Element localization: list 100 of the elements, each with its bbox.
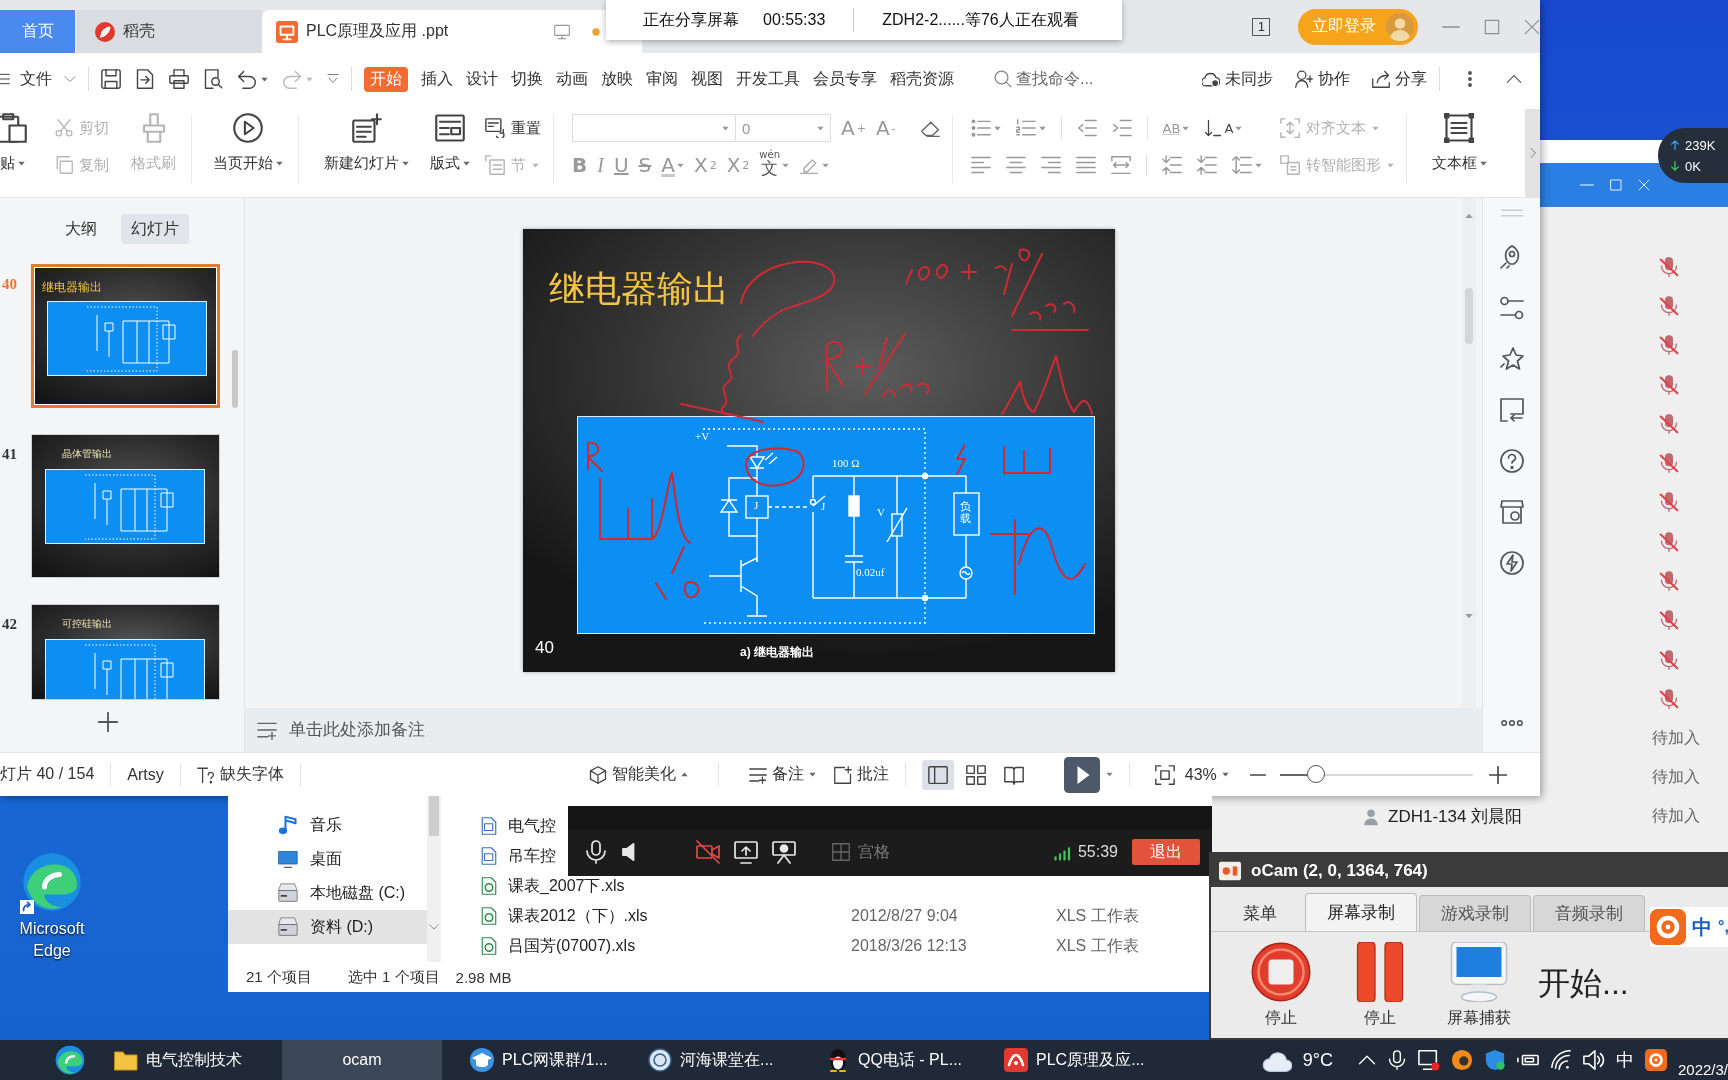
vertical-scrollbar[interactable] [1462, 198, 1476, 708]
collaborate-button[interactable]: 协作 [1295, 68, 1350, 90]
new-slide-button[interactable]: 新建幻灯片 [317, 105, 416, 197]
projector-icon[interactable] [772, 840, 796, 864]
recorder-tab[interactable]: 音频录制 [1533, 895, 1645, 931]
smart-beautify-button[interactable]: 智能美化 [588, 764, 688, 785]
scrollbar-thumb[interactable] [232, 350, 238, 408]
ribbon-tab[interactable]: 动画 [556, 66, 588, 92]
play-slideshow-icon[interactable] [1063, 756, 1100, 793]
input-mode[interactable]: 中 [1692, 913, 1712, 941]
screen-switch-icon[interactable] [1499, 398, 1524, 422]
bulleted-list-icon[interactable] [970, 118, 991, 138]
input-mode[interactable]: 中 [1615, 1048, 1634, 1072]
capture-button[interactable]: 屏幕捕获 [1439, 942, 1519, 1029]
date[interactable]: 2022/3/ [1677, 1061, 1728, 1079]
taskbar-button[interactable]: ocam [282, 1040, 442, 1080]
add-slide-icon[interactable] [98, 712, 118, 732]
save-icon[interactable] [101, 69, 121, 89]
document-export-icon[interactable] [135, 69, 155, 89]
punctuation-mode[interactable]: °, [1718, 918, 1728, 936]
input-method-icon[interactable] [1650, 909, 1686, 945]
fit-to-window-icon[interactable] [1154, 764, 1175, 785]
recorder-tab[interactable]: 游戏录制 [1419, 895, 1531, 931]
store-icon[interactable] [1499, 500, 1524, 524]
caret-icon[interactable] [993, 124, 1001, 132]
muted-mic-icon[interactable] [1659, 688, 1679, 709]
taskbar-button[interactable]: PLC网课群/1... [460, 1040, 620, 1080]
print-icon[interactable] [169, 69, 189, 89]
muted-mic-icon[interactable] [1659, 256, 1679, 277]
navigation-item[interactable]: 本地磁盘 (C:) [228, 876, 427, 910]
recorder-tab[interactable]: 屏幕录制 [1305, 893, 1417, 931]
distribute-icon[interactable] [1110, 155, 1131, 175]
file-name[interactable]: 吊车控 [508, 845, 556, 867]
star-icon[interactable] [1499, 347, 1524, 371]
pause-button[interactable]: 停止 [1340, 942, 1420, 1029]
file-name[interactable]: 吕国芳(07007).xls [508, 935, 636, 957]
caret-icon[interactable] [1254, 161, 1262, 169]
notes-button[interactable]: 备注 [748, 764, 816, 785]
muted-mic-icon[interactable] [1659, 374, 1679, 395]
navigation-item[interactable]: 桌面 [228, 842, 427, 876]
muted-mic-icon[interactable] [1659, 610, 1679, 631]
document-tab[interactable]: PLC原理及应用 .ppt [262, 10, 642, 53]
caret-icon[interactable] [1105, 771, 1113, 778]
shield-icon[interactable] [1483, 1049, 1506, 1071]
numbered-list-icon[interactable] [1015, 118, 1036, 138]
file-name[interactable]: 电气控 [508, 815, 556, 837]
scroll-down-icon[interactable] [429, 922, 439, 932]
normal-view-icon-button[interactable] [921, 759, 954, 790]
ribbon-tab[interactable]: 会员专享 [813, 66, 877, 92]
desktop-shortcut[interactable]: Microsoft Edge [4, 852, 100, 962]
muted-mic-icon[interactable] [1659, 413, 1679, 434]
more-icon[interactable] [327, 73, 339, 85]
taskbar-button[interactable]: 河海课堂在... [638, 1040, 798, 1080]
camera-off-icon[interactable] [696, 840, 720, 864]
scrollbar-thumb[interactable] [429, 796, 439, 836]
menu-icon[interactable] [0, 72, 10, 86]
app-icon[interactable] [1450, 1049, 1473, 1071]
play-from-current-button[interactable]: 当页开始 [206, 105, 290, 197]
text-box-button[interactable]: 文本框 [1424, 105, 1494, 197]
file-name[interactable]: 课表2012（下）.xls [508, 905, 648, 927]
ribbon-tab[interactable]: 稻壳资源 [890, 66, 954, 92]
font-name-field[interactable] [572, 114, 736, 142]
navigation-item[interactable]: 音乐 [228, 808, 427, 842]
ribbon-tab[interactable]: 开发工具 [736, 66, 800, 92]
slide-thumbnail[interactable]: 可控硅输出 [31, 604, 220, 700]
layout-button[interactable]: 版式 [423, 105, 477, 197]
paragraph-spacing-icon[interactable] [1196, 155, 1217, 175]
file-menu[interactable]: 文件 [20, 68, 52, 90]
ribbon-tab[interactable]: 审阅 [646, 66, 678, 92]
ribbon-tab[interactable]: 切换 [511, 66, 543, 92]
ribbon-tab[interactable]: 设计 [466, 66, 498, 92]
document-tab[interactable]: 稻壳 [77, 10, 262, 53]
caret-icon[interactable] [822, 161, 830, 169]
input-method-icon[interactable] [1644, 1049, 1667, 1071]
decrease-indent-icon[interactable] [1076, 118, 1097, 138]
ribbon-tab[interactable]: 放映 [601, 66, 633, 92]
search-icon[interactable] [994, 70, 1012, 88]
zoom-slider-handle[interactable] [1307, 764, 1326, 783]
temperature[interactable]: 9°C [1302, 1049, 1333, 1071]
align-center-icon[interactable] [1005, 155, 1026, 175]
muted-mic-icon[interactable] [1659, 453, 1679, 474]
screen-record-icon[interactable] [1417, 1049, 1440, 1071]
panel-tab[interactable]: 大纲 [55, 214, 107, 244]
sort-button[interactable]: A [1204, 119, 1243, 137]
taskbar-button[interactable]: 电气控制技术 [104, 1040, 264, 1080]
help-icon[interactable] [1499, 449, 1524, 473]
zoom-in-icon[interactable] [1488, 765, 1507, 784]
muted-mic-icon[interactable] [1659, 649, 1679, 670]
exit-button[interactable]: 退出 [1132, 839, 1200, 865]
muted-mic-icon[interactable] [1659, 531, 1679, 552]
mic-icon[interactable] [1386, 1050, 1407, 1070]
close-icon[interactable] [1524, 18, 1540, 35]
share-button[interactable]: 分享 [1372, 68, 1427, 90]
mic-icon[interactable] [584, 840, 608, 864]
redo-icon[interactable] [282, 69, 302, 89]
muted-mic-icon[interactable] [1659, 335, 1679, 356]
phonetic-guide-button[interactable]: 文 wén [759, 150, 790, 180]
lightning-icon[interactable] [1499, 551, 1524, 575]
muted-mic-icon[interactable] [1659, 295, 1679, 316]
paragraph-spacing-icon[interactable] [1161, 155, 1182, 175]
